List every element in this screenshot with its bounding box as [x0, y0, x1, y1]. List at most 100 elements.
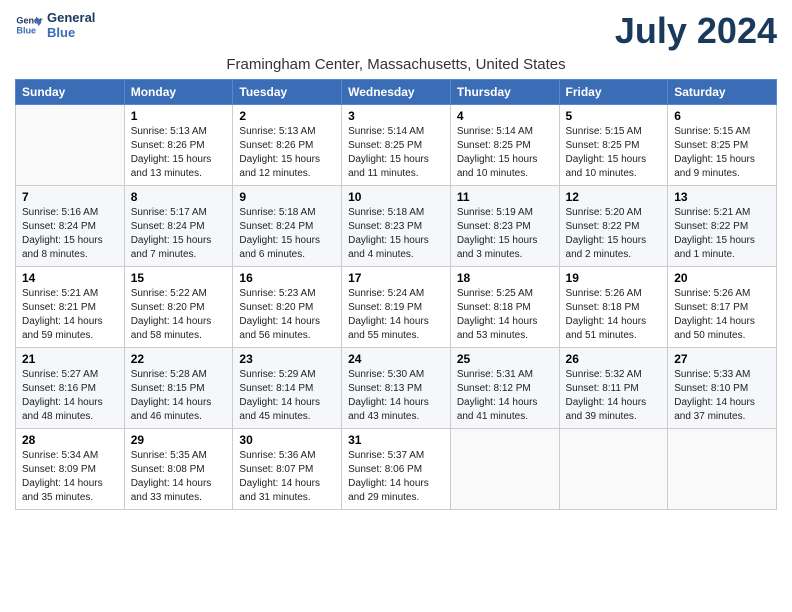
svg-text:Blue: Blue: [16, 25, 36, 35]
calendar-cell: 22 Sunrise: 5:28 AM Sunset: 8:15 PM Dayli…: [124, 348, 233, 429]
day-detail: Sunrise: 5:29 AM Sunset: 8:14 PM Dayligh…: [239, 368, 335, 424]
month-title: July 2024: [615, 10, 777, 52]
calendar-cell: 10Sunrise: 5:18 AM Sunset: 8:23 PM Dayli…: [342, 186, 451, 267]
calendar-week-2: 7 Sunrise: 5:16 AM Sunset: 8:24 PM Daylig…: [16, 186, 777, 267]
calendar-cell: 25 Sunrise: 5:31 AM Sunset: 8:12 PM Dayli…: [450, 348, 559, 429]
calendar-cell: 6 Sunrise: 5:15 AM Sunset: 8:25 PM Daylig…: [668, 105, 777, 186]
day-detail: Sunrise: 5:36 AM Sunset: 8:07 PM Dayligh…: [239, 449, 335, 505]
calendar-cell: 9Sunrise: 5:18 AM Sunset: 8:24 PM Daylig…: [233, 186, 342, 267]
day-detail: Sunrise: 5:18 AM Sunset: 8:24 PM Dayligh…: [239, 206, 335, 262]
day-detail: Sunrise: 5:15 AM Sunset: 8:25 PM Dayligh…: [566, 125, 662, 181]
day-detail: Sunrise: 5:19 AM Sunset: 8:23 PM Dayligh…: [457, 206, 553, 262]
day-detail: Sunrise: 5:13 AM Sunset: 8:26 PM Dayligh…: [131, 125, 227, 181]
calendar-cell: 20Sunrise: 5:26 AM Sunset: 8:17 PM Dayli…: [668, 267, 777, 348]
calendar-week-3: 14 Sunrise: 5:21 AM Sunset: 8:21 PM Dayli…: [16, 267, 777, 348]
calendar-cell: 21 Sunrise: 5:27 AM Sunset: 8:16 PM Dayli…: [16, 348, 125, 429]
day-detail: Sunrise: 5:16 AM Sunset: 8:24 PM Dayligh…: [22, 206, 118, 262]
calendar-cell: 27 Sunrise: 5:33 AM Sunset: 8:10 PM Dayli…: [668, 348, 777, 429]
day-number: 26: [566, 352, 662, 366]
calendar-cell: [559, 429, 668, 510]
calendar-cell: 23 Sunrise: 5:29 AM Sunset: 8:14 PM Dayli…: [233, 348, 342, 429]
day-number: 19: [566, 271, 662, 285]
day-header-saturday: Saturday: [668, 80, 777, 105]
calendar-cell: 16 Sunrise: 5:23 AM Sunset: 8:20 PM Dayli…: [233, 267, 342, 348]
calendar-cell: 28 Sunrise: 5:34 AM Sunset: 8:09 PM Dayli…: [16, 429, 125, 510]
calendar-cell: 17 Sunrise: 5:24 AM Sunset: 8:19 PM Dayli…: [342, 267, 451, 348]
day-detail: Sunrise: 5:23 AM Sunset: 8:20 PM Dayligh…: [239, 287, 335, 343]
day-number: 28: [22, 433, 118, 447]
location-title: Framingham Center, Massachusetts, United…: [15, 56, 777, 73]
day-number: 15: [131, 271, 227, 285]
day-detail: Sunrise: 5:27 AM Sunset: 8:16 PM Dayligh…: [22, 368, 118, 424]
day-number: 10: [348, 190, 444, 204]
day-detail: Sunrise: 5:28 AM Sunset: 8:15 PM Dayligh…: [131, 368, 227, 424]
day-detail: Sunrise: 5:21 AM Sunset: 8:21 PM Dayligh…: [22, 287, 118, 343]
day-header-thursday: Thursday: [450, 80, 559, 105]
day-detail: Sunrise: 5:30 AM Sunset: 8:13 PM Dayligh…: [348, 368, 444, 424]
logo-line1: General: [47, 10, 95, 25]
day-detail: Sunrise: 5:21 AM Sunset: 8:22 PM Dayligh…: [674, 206, 770, 262]
day-detail: Sunrise: 5:37 AM Sunset: 8:06 PM Dayligh…: [348, 449, 444, 505]
calendar-cell: 1 Sunrise: 5:13 AM Sunset: 8:26 PM Daylig…: [124, 105, 233, 186]
day-detail: Sunrise: 5:32 AM Sunset: 8:11 PM Dayligh…: [566, 368, 662, 424]
calendar-cell: 3Sunrise: 5:14 AM Sunset: 8:25 PM Daylig…: [342, 105, 451, 186]
day-header-sunday: Sunday: [16, 80, 125, 105]
calendar-cell: [16, 105, 125, 186]
day-header-friday: Friday: [559, 80, 668, 105]
calendar-cell: 24 Sunrise: 5:30 AM Sunset: 8:13 PM Dayli…: [342, 348, 451, 429]
day-detail: Sunrise: 5:15 AM Sunset: 8:25 PM Dayligh…: [674, 125, 770, 181]
day-detail: Sunrise: 5:22 AM Sunset: 8:20 PM Dayligh…: [131, 287, 227, 343]
day-number: 4: [457, 109, 553, 123]
day-detail: Sunrise: 5:20 AM Sunset: 8:22 PM Dayligh…: [566, 206, 662, 262]
calendar-cell: 26 Sunrise: 5:32 AM Sunset: 8:11 PM Dayli…: [559, 348, 668, 429]
day-number: 11: [457, 190, 553, 204]
calendar-cell: 4 Sunrise: 5:14 AM Sunset: 8:25 PM Daylig…: [450, 105, 559, 186]
day-number: 1: [131, 109, 227, 123]
calendar-cell: 19 Sunrise: 5:26 AM Sunset: 8:18 PM Dayli…: [559, 267, 668, 348]
day-detail: Sunrise: 5:34 AM Sunset: 8:09 PM Dayligh…: [22, 449, 118, 505]
day-number: 23: [239, 352, 335, 366]
day-detail: Sunrise: 5:24 AM Sunset: 8:19 PM Dayligh…: [348, 287, 444, 343]
day-detail: Sunrise: 5:33 AM Sunset: 8:10 PM Dayligh…: [674, 368, 770, 424]
day-number: 22: [131, 352, 227, 366]
day-number: 7: [22, 190, 118, 204]
logo-line2: Blue: [47, 25, 95, 40]
day-number: 12: [566, 190, 662, 204]
calendar-week-1: 1 Sunrise: 5:13 AM Sunset: 8:26 PM Daylig…: [16, 105, 777, 186]
day-number: 21: [22, 352, 118, 366]
calendar-cell: 5 Sunrise: 5:15 AM Sunset: 8:25 PM Daylig…: [559, 105, 668, 186]
calendar-cell: 29Sunrise: 5:35 AM Sunset: 8:08 PM Dayli…: [124, 429, 233, 510]
logo: General Blue General Blue: [15, 10, 95, 40]
day-number: 17: [348, 271, 444, 285]
day-number: 18: [457, 271, 553, 285]
calendar-cell: 15 Sunrise: 5:22 AM Sunset: 8:20 PM Dayli…: [124, 267, 233, 348]
day-number: 6: [674, 109, 770, 123]
day-number: 14: [22, 271, 118, 285]
calendar-cell: 14 Sunrise: 5:21 AM Sunset: 8:21 PM Dayli…: [16, 267, 125, 348]
day-number: 25: [457, 352, 553, 366]
day-number: 5: [566, 109, 662, 123]
calendar-week-5: 28 Sunrise: 5:34 AM Sunset: 8:09 PM Dayli…: [16, 429, 777, 510]
day-detail: Sunrise: 5:17 AM Sunset: 8:24 PM Dayligh…: [131, 206, 227, 262]
calendar-cell: 7 Sunrise: 5:16 AM Sunset: 8:24 PM Daylig…: [16, 186, 125, 267]
day-header-monday: Monday: [124, 80, 233, 105]
day-detail: Sunrise: 5:26 AM Sunset: 8:18 PM Dayligh…: [566, 287, 662, 343]
day-header-tuesday: Tuesday: [233, 80, 342, 105]
day-number: 2: [239, 109, 335, 123]
calendar-cell: [668, 429, 777, 510]
calendar-cell: 2Sunrise: 5:13 AM Sunset: 8:26 PM Daylig…: [233, 105, 342, 186]
calendar-cell: 31Sunrise: 5:37 AM Sunset: 8:06 PM Dayli…: [342, 429, 451, 510]
day-number: 20: [674, 271, 770, 285]
day-number: 27: [674, 352, 770, 366]
day-number: 29: [131, 433, 227, 447]
day-detail: Sunrise: 5:25 AM Sunset: 8:18 PM Dayligh…: [457, 287, 553, 343]
calendar-cell: 18 Sunrise: 5:25 AM Sunset: 8:18 PM Dayli…: [450, 267, 559, 348]
day-number: 24: [348, 352, 444, 366]
page-header: General Blue General Blue July 2024: [15, 10, 777, 52]
day-detail: Sunrise: 5:31 AM Sunset: 8:12 PM Dayligh…: [457, 368, 553, 424]
day-detail: Sunrise: 5:14 AM Sunset: 8:25 PM Dayligh…: [457, 125, 553, 181]
calendar-cell: 30Sunrise: 5:36 AM Sunset: 8:07 PM Dayli…: [233, 429, 342, 510]
calendar-table: SundayMondayTuesdayWednesdayThursdayFrid…: [15, 79, 777, 510]
day-header-wednesday: Wednesday: [342, 80, 451, 105]
day-number: 16: [239, 271, 335, 285]
